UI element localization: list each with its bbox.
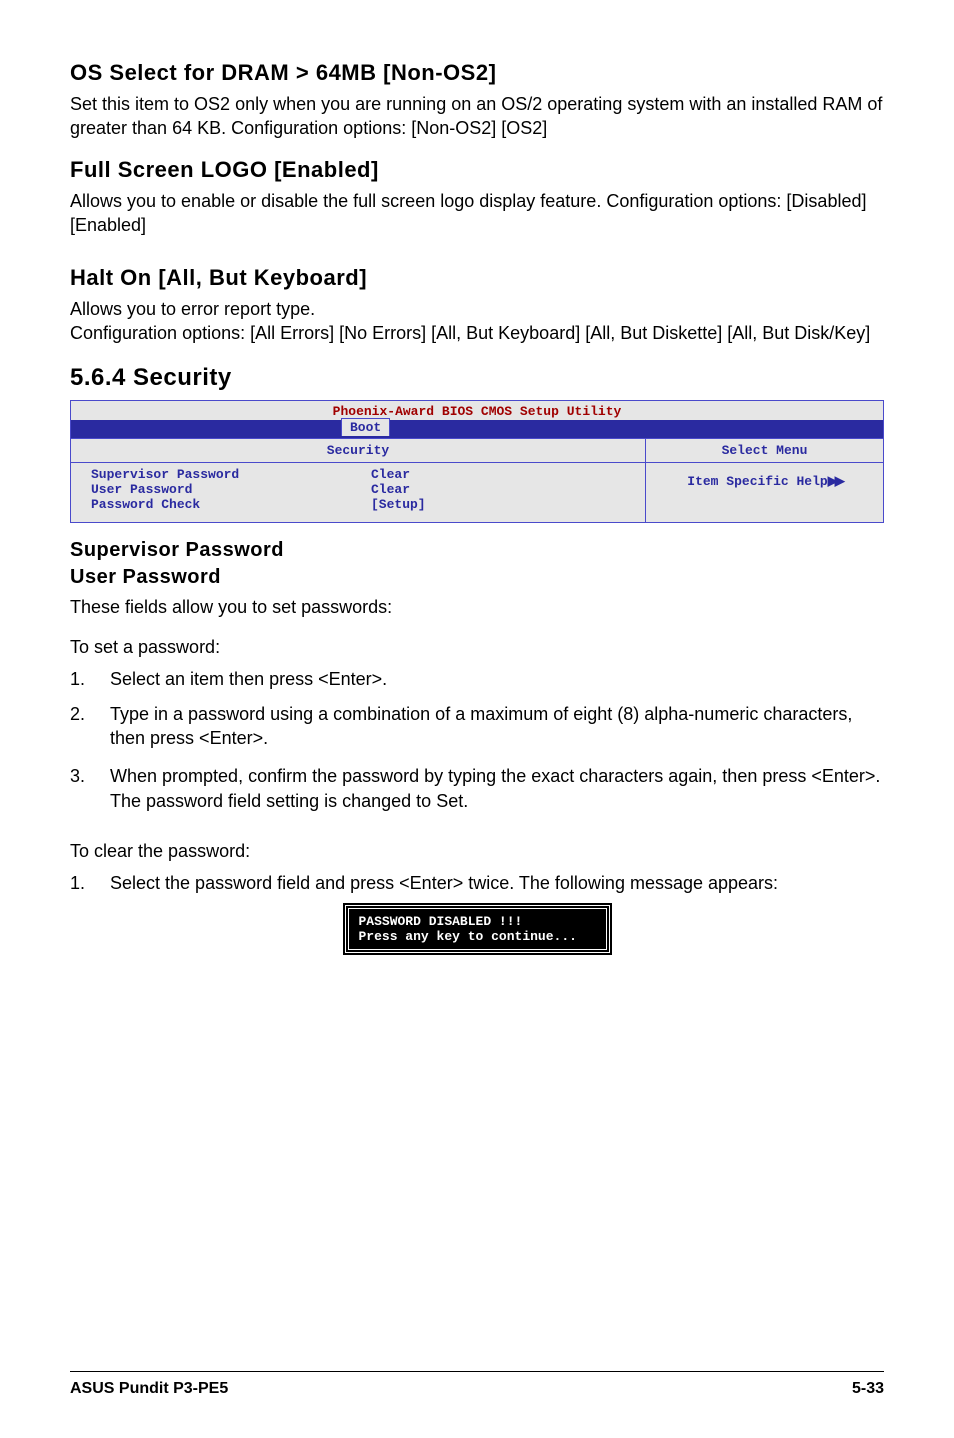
bios-row-label: Supervisor Password [91, 467, 371, 482]
pwd-line2: Press any key to continue... [359, 929, 596, 944]
body-full-screen-logo: Allows you to enable or disable the full… [70, 189, 884, 238]
bios-row[interactable]: Password Check [Setup] [91, 497, 637, 512]
bios-help-text: Item Specific Help▶▶ [646, 463, 883, 499]
list-item: 3. When prompted, confirm the password b… [70, 764, 884, 813]
bios-tab-boot[interactable]: Boot [341, 418, 390, 436]
step-text: Select an item then press <Enter>. [110, 667, 387, 691]
bios-row-label: Password Check [91, 497, 371, 512]
step-number: 1. [70, 871, 110, 895]
heading-user-password: User Password [70, 566, 884, 589]
pwd-line1: PASSWORD DISABLED !!! [359, 914, 596, 929]
step-number: 2. [70, 702, 110, 751]
bios-row-label: User Password [91, 482, 371, 497]
heading-supervisor-password: Supervisor Password [70, 539, 884, 562]
page-footer: ASUS Pundit P3-PE5 5-33 [70, 1371, 884, 1398]
bios-menubar: Boot [71, 420, 883, 438]
steps-set-password: 1. Select an item then press <Enter>. 2.… [70, 667, 884, 812]
footer-left: ASUS Pundit P3-PE5 [70, 1380, 228, 1398]
password-disabled-box: PASSWORD DISABLED !!! Press any key to c… [345, 905, 610, 953]
heading-security: 5.6.4 Security [70, 364, 884, 392]
heading-halt-on: Halt On [All, But Keyboard] [70, 265, 884, 291]
step-text: Type in a password using a combination o… [110, 702, 884, 751]
bios-setup-box: Phoenix-Award BIOS CMOS Setup Utility Bo… [70, 400, 884, 523]
footer-right: 5-33 [852, 1380, 884, 1398]
step-text: Select the password field and press <Ent… [110, 871, 778, 895]
bios-title: Phoenix-Award BIOS CMOS Setup Utility [71, 401, 883, 420]
step-number: 3. [70, 764, 110, 813]
body-os-select: Set this item to OS2 only when you are r… [70, 92, 884, 141]
bios-row-value: [Setup] [371, 497, 426, 512]
bios-security-label: Security [71, 439, 645, 463]
bios-row-value: Clear [371, 467, 410, 482]
text-fields-intro: These fields allow you to set passwords: [70, 595, 884, 619]
list-item: 1. Select an item then press <Enter>. [70, 667, 884, 691]
list-item: 2. Type in a password using a combinatio… [70, 702, 884, 751]
heading-full-screen-logo: Full Screen LOGO [Enabled] [70, 157, 884, 183]
text-to-clear: To clear the password: [70, 839, 884, 863]
body-halt-on: Allows you to error report type. Configu… [70, 297, 884, 346]
bios-row[interactable]: Supervisor Password Clear [91, 467, 637, 482]
steps-clear-password: 1. Select the password field and press <… [70, 871, 884, 895]
step-text: When prompted, confirm the password by t… [110, 764, 884, 813]
double-arrow-icon: ▶▶ [828, 473, 842, 488]
bios-row-value: Clear [371, 482, 410, 497]
step-number: 1. [70, 667, 110, 691]
bios-row[interactable]: User Password Clear [91, 482, 637, 497]
list-item: 1. Select the password field and press <… [70, 871, 884, 895]
bios-select-menu-label: Select Menu [646, 439, 883, 463]
text-to-set: To set a password: [70, 635, 884, 659]
bios-help-label: Item Specific Help [687, 474, 827, 489]
heading-os-select: OS Select for DRAM > 64MB [Non-OS2] [70, 60, 884, 86]
